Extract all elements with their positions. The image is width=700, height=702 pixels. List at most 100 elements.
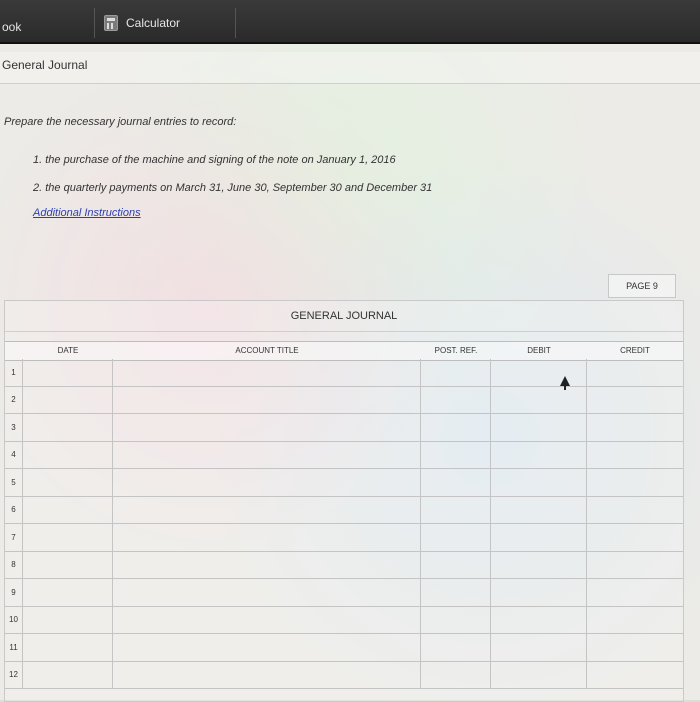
date-cell[interactable] bbox=[23, 441, 113, 468]
post-ref-cell[interactable] bbox=[421, 634, 491, 661]
header-account-title: ACCOUNT TITLE bbox=[235, 346, 299, 355]
date-cell[interactable] bbox=[23, 606, 113, 633]
section-title-text: General Journal bbox=[2, 58, 88, 72]
table-row: 5 bbox=[5, 469, 683, 497]
date-cell[interactable] bbox=[23, 496, 113, 523]
row-number: 9 bbox=[5, 579, 23, 606]
credit-cell[interactable] bbox=[587, 469, 683, 496]
instruction-item: 1. the purchase of the machine and signi… bbox=[33, 154, 396, 166]
page-number-box: PAGE 9 bbox=[608, 274, 676, 298]
table-row: 7 bbox=[5, 524, 683, 552]
row-number: 8 bbox=[5, 551, 23, 578]
credit-cell[interactable] bbox=[587, 552, 683, 579]
row-number: 11 bbox=[5, 634, 23, 661]
account-title-cell[interactable] bbox=[113, 386, 421, 413]
row-number: 1 bbox=[5, 359, 23, 386]
debit-cell[interactable] bbox=[491, 469, 587, 496]
post-ref-cell[interactable] bbox=[421, 469, 491, 496]
account-title-cell[interactable] bbox=[113, 551, 421, 578]
post-ref-cell[interactable] bbox=[421, 386, 491, 413]
table-row: 6 bbox=[5, 496, 683, 524]
journal-title: GENERAL JOURNAL bbox=[5, 301, 683, 332]
date-cell[interactable] bbox=[23, 414, 113, 441]
debit-cell[interactable] bbox=[491, 524, 587, 551]
calculator-icon bbox=[104, 15, 118, 31]
post-ref-cell[interactable] bbox=[421, 524, 491, 551]
date-cell[interactable] bbox=[23, 661, 113, 688]
credit-cell[interactable] bbox=[587, 497, 683, 524]
debit-cell[interactable] bbox=[491, 579, 587, 606]
table-row: 1 bbox=[5, 359, 683, 387]
table-row: 10 bbox=[5, 606, 683, 634]
header-post-ref: POST. REF. bbox=[434, 346, 478, 355]
row-number: 4 bbox=[5, 441, 23, 468]
credit-cell[interactable] bbox=[587, 579, 683, 606]
date-cell[interactable] bbox=[23, 551, 113, 578]
credit-cell[interactable] bbox=[587, 524, 683, 551]
section-title: General Journal bbox=[0, 52, 700, 84]
post-ref-cell[interactable] bbox=[421, 441, 491, 468]
date-cell[interactable] bbox=[23, 634, 113, 661]
header-credit: CREDIT bbox=[620, 346, 650, 355]
credit-cell[interactable] bbox=[587, 634, 683, 661]
debit-cell[interactable] bbox=[491, 634, 587, 661]
account-title-cell[interactable] bbox=[113, 634, 421, 661]
date-cell[interactable] bbox=[23, 386, 113, 413]
credit-cell[interactable] bbox=[587, 607, 683, 634]
post-ref-cell[interactable] bbox=[421, 579, 491, 606]
journal-rows: 1 2 3 4 5 6 7 8 9 10 11 12 bbox=[5, 359, 683, 689]
row-number: 10 bbox=[5, 606, 23, 633]
credit-cell[interactable] bbox=[587, 442, 683, 469]
post-ref-cell[interactable] bbox=[421, 359, 491, 386]
post-ref-cell[interactable] bbox=[421, 606, 491, 633]
post-ref-cell[interactable] bbox=[421, 551, 491, 578]
mouse-pointer-icon bbox=[560, 376, 570, 390]
top-toolbar: ook Calculator bbox=[0, 0, 700, 44]
post-ref-cell[interactable] bbox=[421, 661, 491, 688]
table-row: 8 bbox=[5, 551, 683, 579]
row-number: 7 bbox=[5, 524, 23, 551]
tab-ebook[interactable]: ook bbox=[0, 8, 95, 38]
main-content: General Journal Prepare the necessary jo… bbox=[0, 44, 700, 702]
credit-cell[interactable] bbox=[587, 387, 683, 414]
account-title-cell[interactable] bbox=[113, 579, 421, 606]
header-date: DATE bbox=[57, 346, 79, 355]
date-cell[interactable] bbox=[23, 524, 113, 551]
account-title-cell[interactable] bbox=[113, 469, 421, 496]
instruction-prompt: Prepare the necessary journal entries to… bbox=[4, 116, 237, 128]
table-row: 12 bbox=[5, 661, 683, 689]
table-row: 3 bbox=[5, 414, 683, 442]
debit-cell[interactable] bbox=[491, 414, 587, 441]
tab-calculator[interactable]: Calculator bbox=[96, 8, 236, 38]
credit-cell[interactable] bbox=[587, 359, 683, 386]
additional-instructions-link[interactable]: Additional Instructions bbox=[33, 207, 141, 219]
row-number: 12 bbox=[5, 661, 23, 688]
debit-cell[interactable] bbox=[491, 551, 587, 578]
debit-cell[interactable] bbox=[491, 359, 587, 386]
debit-cell[interactable] bbox=[491, 661, 587, 688]
table-row: 2 bbox=[5, 386, 683, 414]
debit-cell[interactable] bbox=[491, 386, 587, 413]
date-cell[interactable] bbox=[23, 469, 113, 496]
account-title-cell[interactable] bbox=[113, 441, 421, 468]
instruction-item: 2. the quarterly payments on March 31, J… bbox=[33, 182, 433, 194]
account-title-cell[interactable] bbox=[113, 496, 421, 523]
credit-cell[interactable] bbox=[587, 662, 683, 689]
date-cell[interactable] bbox=[23, 359, 113, 386]
debit-cell[interactable] bbox=[491, 606, 587, 633]
journal-header-row: DATE ACCOUNT TITLE POST. REF. DEBIT CRED… bbox=[5, 341, 683, 361]
post-ref-cell[interactable] bbox=[421, 414, 491, 441]
account-title-cell[interactable] bbox=[113, 661, 421, 688]
post-ref-cell[interactable] bbox=[421, 496, 491, 523]
account-title-cell[interactable] bbox=[113, 414, 421, 441]
table-row: 9 bbox=[5, 579, 683, 607]
account-title-cell[interactable] bbox=[113, 359, 421, 386]
credit-cell[interactable] bbox=[587, 414, 683, 441]
instruction-list: 1. the purchase of the machine and signi… bbox=[33, 154, 432, 210]
account-title-cell[interactable] bbox=[113, 606, 421, 633]
debit-cell[interactable] bbox=[491, 441, 587, 468]
tab-calculator-label: Calculator bbox=[126, 16, 181, 30]
date-cell[interactable] bbox=[23, 579, 113, 606]
account-title-cell[interactable] bbox=[113, 524, 421, 551]
debit-cell[interactable] bbox=[491, 496, 587, 523]
